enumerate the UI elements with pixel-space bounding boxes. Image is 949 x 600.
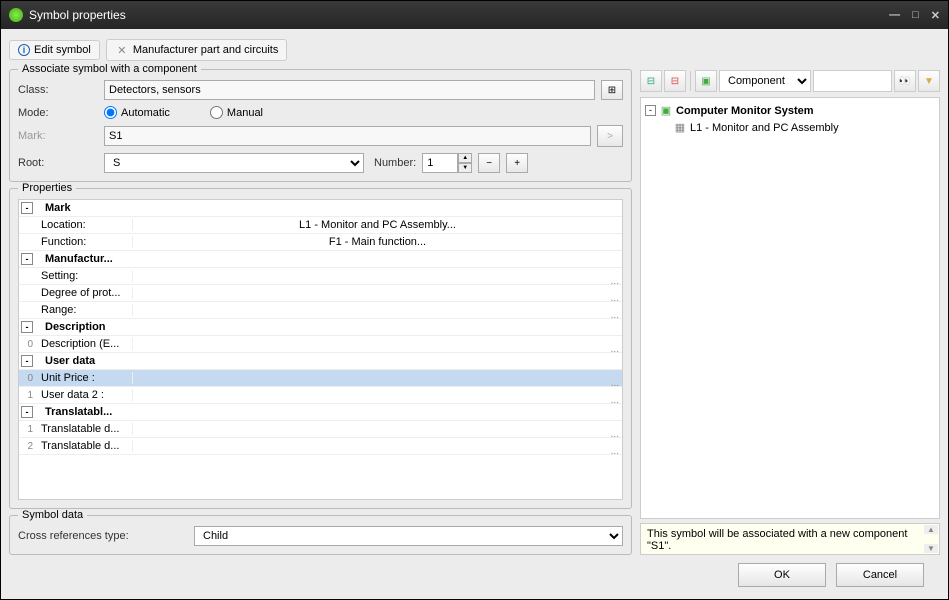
row-userdata2[interactable]: 1User data 2 :...: [19, 387, 622, 404]
tree-icon: ⊞: [608, 85, 616, 96]
component-icon: ▣: [701, 76, 710, 87]
toggle-userdata[interactable]: -: [21, 355, 33, 367]
collapse-icon: ⊟: [671, 76, 679, 87]
window: Symbol properties — □ ✕ i Edit symbol ✕ …: [0, 0, 949, 600]
monitor-icon: ▣: [659, 104, 673, 118]
tools-icon: ✕: [115, 43, 129, 57]
tree-toggle[interactable]: -: [645, 105, 656, 116]
row-trans1[interactable]: 1Translatable d......: [19, 421, 622, 438]
app-icon: [9, 8, 23, 22]
close-button[interactable]: ✕: [931, 9, 940, 22]
number-input[interactable]: [422, 153, 458, 173]
status-message: This symbol will be associated with a ne…: [647, 528, 907, 552]
mfr-parts-button[interactable]: ✕ Manufacturer part and circuits: [106, 39, 288, 61]
class-input[interactable]: [104, 80, 595, 100]
search-input[interactable]: [813, 70, 892, 92]
mode-auto-radio[interactable]: Automatic: [104, 106, 170, 119]
associate-legend: Associate symbol with a component: [18, 63, 201, 75]
row-trans2[interactable]: 2Translatable d......: [19, 438, 622, 455]
associate-fieldset: Associate symbol with a component Class:…: [9, 69, 632, 182]
window-controls: — □ ✕: [889, 9, 940, 22]
row-location[interactable]: Location:L1 - Monitor and PC Assembly...: [19, 217, 622, 234]
crossref-label: Cross references type:: [18, 530, 188, 542]
number-down[interactable]: ▼: [458, 163, 472, 173]
right-pane: ⊟ ⊟ ▣ Component 👀 ▼ - ▣ Computer Monitor…: [640, 69, 940, 555]
main-toolbar: i Edit symbol ✕ Manufacturer part and ci…: [9, 37, 940, 63]
maximize-button[interactable]: □: [912, 9, 919, 22]
row-setting[interactable]: Setting:...: [19, 268, 622, 285]
component-icon-button[interactable]: ▣: [695, 70, 717, 92]
expand-all-button[interactable]: ⊟: [640, 70, 662, 92]
filter-button[interactable]: ▼: [918, 70, 940, 92]
status-scrollbar[interactable]: ▲▼: [924, 525, 938, 553]
mark-arrow-button[interactable]: >: [597, 125, 623, 147]
window-title: Symbol properties: [29, 8, 889, 22]
number-spinner[interactable]: ▲▼: [422, 153, 472, 173]
find-button[interactable]: 👀: [894, 70, 916, 92]
toggle-mark[interactable]: -: [21, 202, 33, 214]
mode-manual-radio[interactable]: Manual: [210, 106, 263, 119]
crossref-combo[interactable]: Child: [194, 526, 623, 546]
left-pane: Associate symbol with a component Class:…: [9, 69, 632, 555]
edit-symbol-button[interactable]: i Edit symbol: [9, 40, 100, 60]
number-minus-button[interactable]: −: [478, 153, 500, 173]
component-tree[interactable]: - ▣ Computer Monitor System ▦ L1 - Monit…: [640, 97, 940, 519]
properties-fieldset: Properties -Mark Location:L1 - Monitor a…: [9, 188, 632, 509]
status-panel: This symbol will be associated with a ne…: [640, 523, 940, 555]
number-plus-button[interactable]: +: [506, 153, 528, 173]
class-label: Class:: [18, 84, 98, 96]
row-unit-price[interactable]: 0Unit Price :...: [19, 370, 622, 387]
root-label: Root:: [18, 157, 98, 169]
properties-table[interactable]: -Mark Location:L1 - Monitor and PC Assem…: [18, 199, 623, 500]
row-function[interactable]: Function:F1 - Main function...: [19, 234, 622, 251]
cancel-button[interactable]: Cancel: [836, 563, 924, 587]
toggle-trans[interactable]: -: [21, 406, 33, 418]
symbol-data-fieldset: Symbol data Cross references type: Child: [9, 515, 632, 555]
row-range[interactable]: Range:...: [19, 302, 622, 319]
assembly-icon: ▦: [673, 121, 687, 135]
binoculars-icon: 👀: [899, 76, 911, 87]
edit-symbol-label: Edit symbol: [34, 44, 91, 56]
toggle-desc[interactable]: -: [21, 321, 33, 333]
mark-input: [104, 126, 591, 146]
funnel-icon: ▼: [924, 76, 934, 87]
info-icon: i: [18, 44, 30, 56]
row-degree[interactable]: Degree of prot......: [19, 285, 622, 302]
dialog-buttons: OK Cancel: [9, 561, 940, 591]
number-up[interactable]: ▲: [458, 153, 472, 163]
content-area: i Edit symbol ✕ Manufacturer part and ci…: [1, 29, 948, 599]
expand-icon: ⊟: [647, 76, 655, 87]
mark-label: Mark:: [18, 130, 98, 142]
tree-root[interactable]: - ▣ Computer Monitor System: [645, 102, 935, 119]
symbol-data-legend: Symbol data: [18, 509, 87, 521]
titlebar: Symbol properties — □ ✕: [1, 1, 948, 29]
mfr-parts-label: Manufacturer part and circuits: [133, 44, 279, 56]
class-browse-button[interactable]: ⊞: [601, 80, 623, 100]
component-combo[interactable]: Component: [719, 70, 811, 92]
main-area: Associate symbol with a component Class:…: [9, 69, 940, 555]
right-toolbar: ⊟ ⊟ ▣ Component 👀 ▼: [640, 69, 940, 93]
collapse-all-button[interactable]: ⊟: [664, 70, 686, 92]
properties-legend: Properties: [18, 182, 76, 194]
minimize-button[interactable]: —: [889, 9, 900, 22]
toggle-mfr[interactable]: -: [21, 253, 33, 265]
mode-label: Mode:: [18, 107, 98, 119]
number-label: Number:: [374, 157, 416, 169]
tree-child-l1[interactable]: ▦ L1 - Monitor and PC Assembly: [645, 119, 935, 136]
row-desc-en[interactable]: 0Description (E......: [19, 336, 622, 353]
ok-button[interactable]: OK: [738, 563, 826, 587]
root-combo[interactable]: S: [104, 153, 364, 173]
